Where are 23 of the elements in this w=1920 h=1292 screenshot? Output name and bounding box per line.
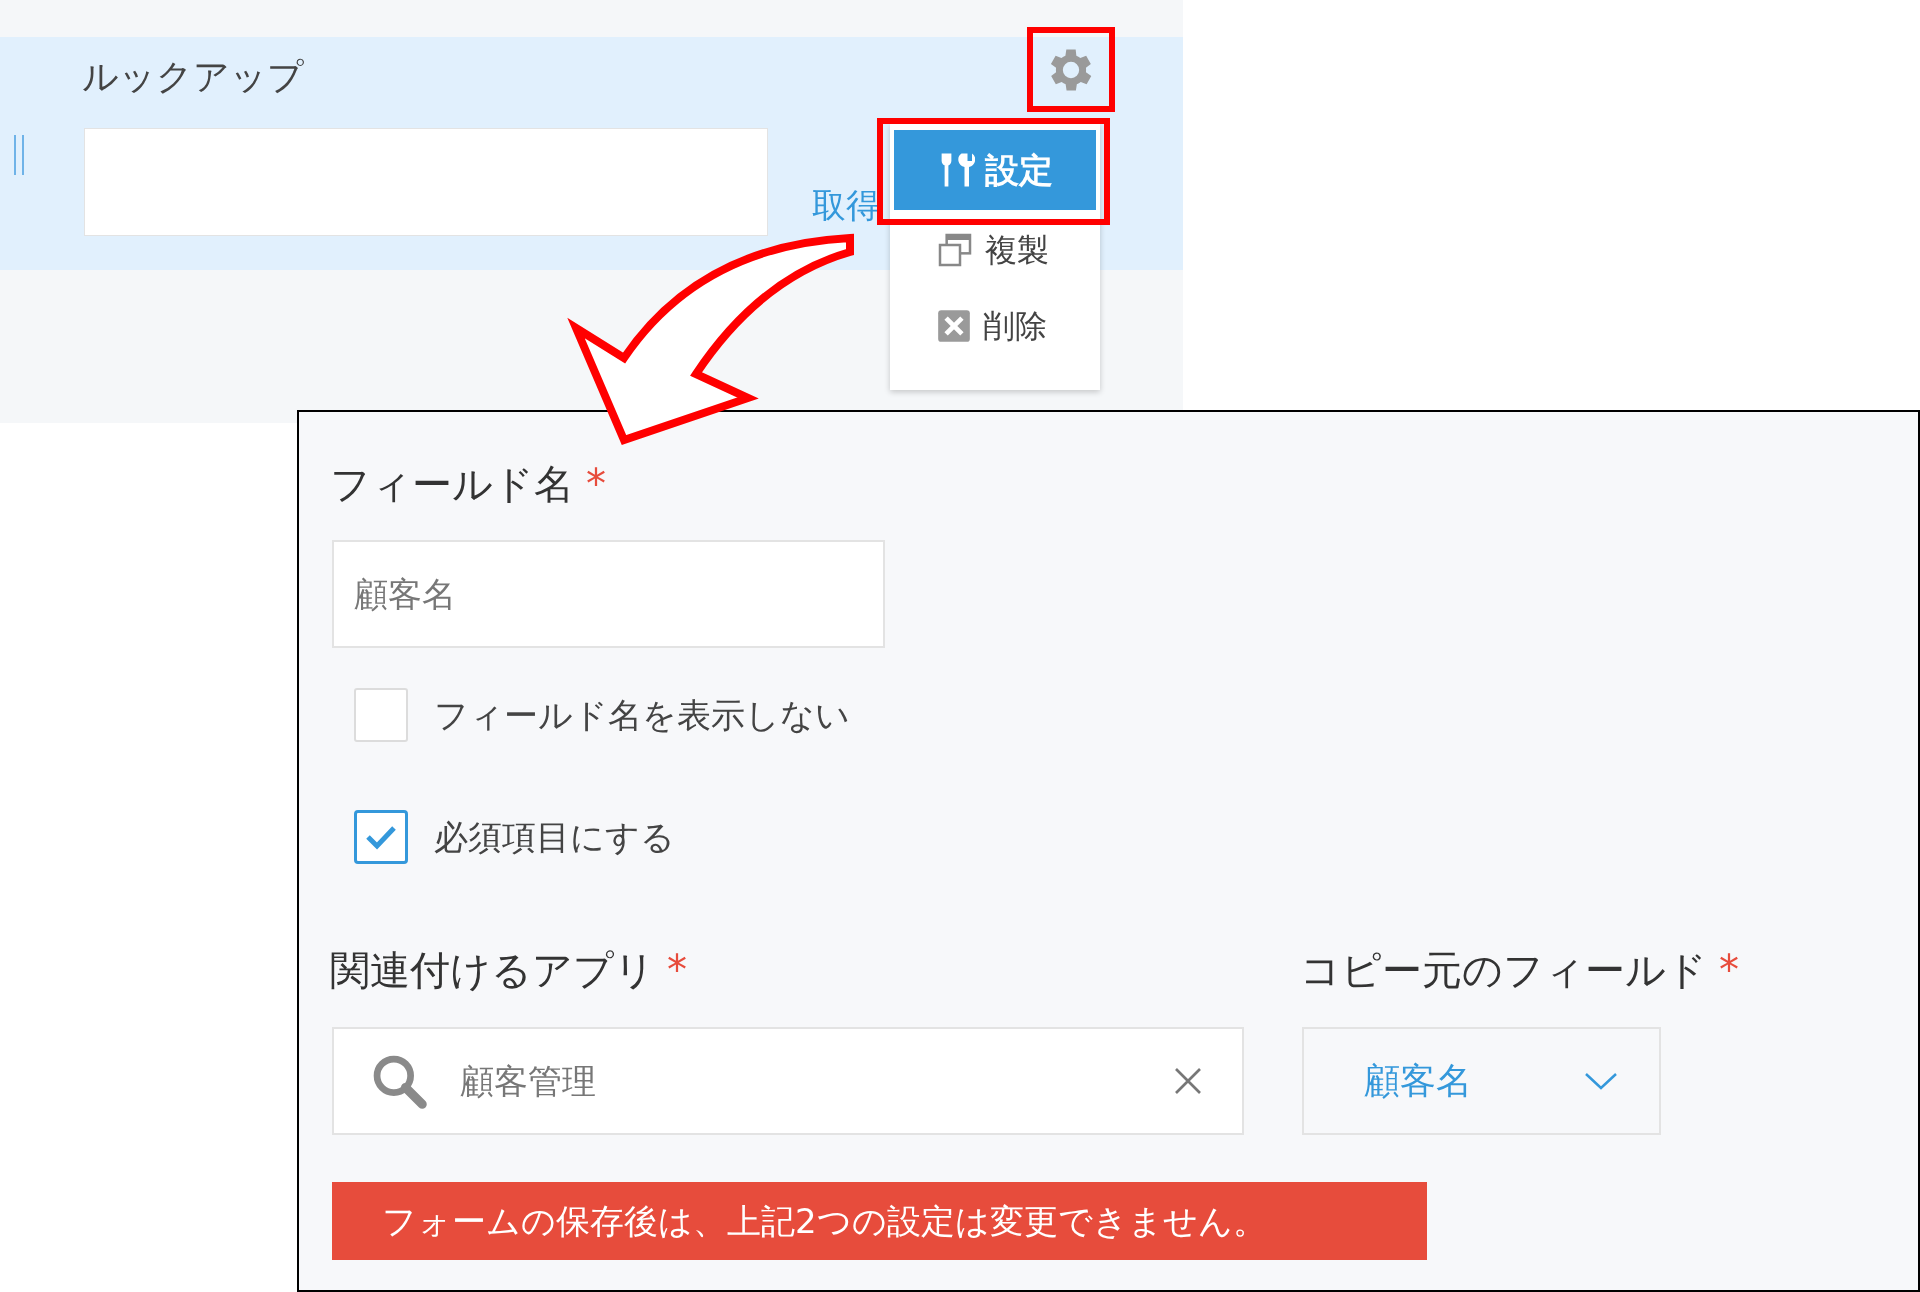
source-field-label: コピー元のフィールド xyxy=(1300,946,1707,995)
menu-item[interactable]: 複製 xyxy=(890,212,1100,288)
fetch-link[interactable]: 取得 xyxy=(812,188,880,222)
required-mark: * xyxy=(667,946,687,995)
related-app-label: 関連付けるアプリ xyxy=(330,946,655,995)
field-name-input[interactable]: 顧客名 xyxy=(332,540,885,648)
delete-icon xyxy=(935,307,973,345)
app-search-field[interactable]: 顧客管理 xyxy=(332,1027,1244,1135)
drag-handle-icon[interactable] xyxy=(14,135,24,175)
field-label: ルックアップ xyxy=(82,55,304,99)
field-name-label: フィールド名 xyxy=(330,460,574,509)
checkbox-label: フィールド名を表示しない xyxy=(434,693,850,737)
chevron-down-icon xyxy=(1583,1070,1619,1092)
field-value: 顧客管理 xyxy=(460,1059,597,1103)
warning-banner: フォームの保存後は、上記2つの設定は変更できません。 xyxy=(332,1182,1427,1260)
required-mark: * xyxy=(1719,946,1739,995)
menu-item[interactable]: 設定 xyxy=(894,130,1096,210)
source-field-dropdown[interactable]: 顧客名 xyxy=(1302,1027,1661,1135)
lookup-input-field[interactable] xyxy=(84,128,768,236)
checkbox-label: 必須項目にする xyxy=(434,815,675,859)
checkbox[interactable] xyxy=(354,810,408,864)
required-mark: * xyxy=(586,460,606,509)
menu-item[interactable]: 削除 xyxy=(890,288,1100,364)
